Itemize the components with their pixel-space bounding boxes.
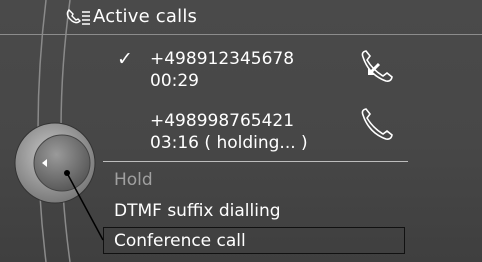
call-1-time: 00:29 [150,71,199,91]
selection-highlight [103,227,405,254]
idrive-controller-icon[interactable] [12,120,98,206]
section-divider [103,161,408,162]
page-title: Active calls [93,6,198,27]
incoming-call-icon[interactable] [357,48,399,90]
active-call-check-icon: ✓ [117,48,133,70]
phone-list-icon [66,9,90,25]
call-2-number[interactable]: +498998765421 [150,111,450,131]
header-bar: Active calls [0,0,482,35]
call-2-time-status: 03:16 ( holding... ) [150,133,450,153]
menu-item-hold: Hold [114,170,153,190]
handset-icon[interactable] [357,106,399,148]
menu-item-dtmf-suffix-dialling[interactable]: DTMF suffix dialling [114,201,281,221]
call-1-number[interactable]: +498912345678 [150,49,450,69]
active-calls-screen: Active calls ✓ +498912345678 00:29 +4989… [0,0,482,262]
call-2-time: 03:16 [150,133,199,153]
call-2-status: ( holding... ) [204,133,308,153]
